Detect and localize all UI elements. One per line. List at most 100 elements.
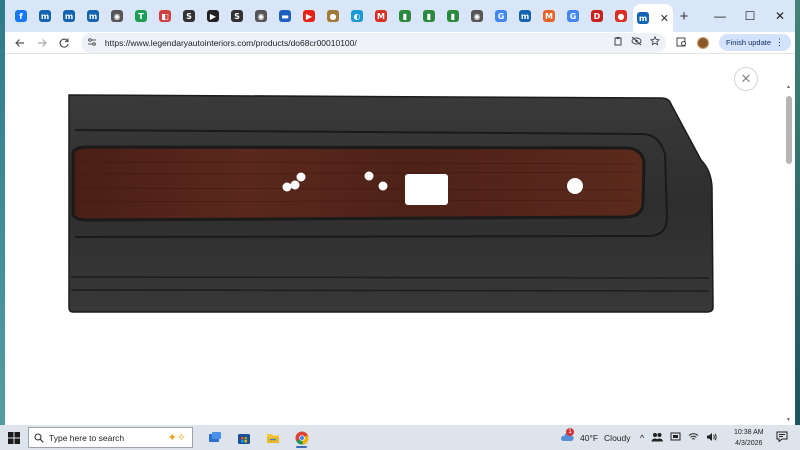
- pin-icon: ●: [615, 10, 627, 22]
- file-explorer-icon[interactable]: [261, 426, 284, 449]
- address-bar[interactable]: https://www.legendaryautointeriors.com/p…: [80, 32, 666, 53]
- clipboard-icon[interactable]: [613, 36, 623, 49]
- browser-tab[interactable]: ◐: [345, 4, 369, 28]
- search-highlight-icon: ✦✧: [167, 432, 186, 444]
- scroll-down-icon[interactable]: ▼: [786, 417, 791, 423]
- globe-icon: ◉: [111, 10, 123, 22]
- windows-logo-icon: [8, 431, 20, 444]
- search-placeholder: Type here to search: [49, 432, 125, 443]
- browser-tab[interactable]: m: [81, 4, 105, 28]
- bag-icon: ▮: [423, 10, 435, 22]
- chevron-up-icon[interactable]: ^: [640, 433, 644, 443]
- back-arrow-icon: [15, 38, 24, 47]
- tab-close-icon[interactable]: ✕: [660, 12, 669, 25]
- browser-tab[interactable]: ◧: [153, 4, 177, 28]
- bookmark-star-icon[interactable]: [649, 35, 661, 49]
- weather-widget[interactable]: 1 40°F Cloudy: [560, 425, 631, 450]
- taskbar-clock[interactable]: 10:38 AM 4/3/2026: [734, 427, 764, 449]
- browser-tab[interactable]: m: [57, 4, 81, 28]
- start-button[interactable]: [0, 425, 28, 450]
- tab-strip: f m m m ◉ T ◧ S ▶ S ◉ ▬ ▶ ● ◐ M ▮ ▮ ▮ ◉ Gm M G D ● m ✕ + — ☐ ✕: [5, 0, 795, 32]
- back-button[interactable]: [9, 33, 31, 53]
- browser-tab[interactable]: ◉: [105, 4, 129, 28]
- car-icon: ▬: [279, 10, 291, 22]
- browser-tab[interactable]: G: [561, 4, 585, 28]
- media-icon: ▶: [207, 10, 219, 22]
- minimize-button[interactable]: —: [705, 0, 735, 32]
- globe-icon: ◉: [471, 10, 483, 22]
- badge-icon: ●: [327, 10, 339, 22]
- close-window-button[interactable]: ✕: [765, 0, 795, 32]
- tab-m-icon: m: [637, 12, 649, 24]
- finish-update-button[interactable]: Finish update ⋮: [718, 34, 792, 51]
- globe-icon: ◉: [255, 10, 267, 22]
- taskbar: Type here to search ✦✧ 1 40°F Cloudy ^ 1…: [0, 425, 800, 450]
- sheets-icon: T: [135, 10, 147, 22]
- eye-off-icon[interactable]: [631, 36, 642, 49]
- edge-icon: ◐: [351, 10, 363, 22]
- browser-tab[interactable]: D: [585, 4, 609, 28]
- browser-tab[interactable]: ●: [321, 4, 345, 28]
- browser-tab[interactable]: ▶: [297, 4, 321, 28]
- taskview-app-icon[interactable]: [203, 426, 226, 449]
- wifi-icon[interactable]: [688, 432, 699, 444]
- volume-icon[interactable]: [706, 432, 717, 444]
- cloud-icon: 1: [560, 428, 574, 444]
- clock-time: 10:38 AM: [734, 429, 764, 436]
- toolbar-right: Finish update ⋮: [676, 34, 792, 52]
- profile-avatar[interactable]: [696, 36, 709, 49]
- reload-icon: [59, 38, 69, 48]
- display-icon[interactable]: [670, 432, 681, 444]
- browser-tab[interactable]: ●: [609, 4, 633, 28]
- browser-tab[interactable]: T: [129, 4, 153, 28]
- browser-tab[interactable]: ▮: [417, 4, 441, 28]
- browser-tab[interactable]: ◉: [465, 4, 489, 28]
- browser-tab[interactable]: G: [489, 4, 513, 28]
- browser-tab[interactable]: M: [369, 4, 393, 28]
- tab-m-icon: m: [39, 10, 51, 22]
- google-icon: G: [495, 10, 507, 22]
- browser-tab[interactable]: m: [513, 4, 537, 28]
- s-icon: S: [231, 10, 243, 22]
- side-panel-icon[interactable]: [676, 34, 687, 52]
- browser-tab[interactable]: S: [177, 4, 201, 28]
- bag-icon: ▮: [447, 10, 459, 22]
- search-icon: [34, 432, 44, 443]
- browser-tab[interactable]: S: [225, 4, 249, 28]
- d-icon: D: [591, 10, 603, 22]
- scroll-thumb[interactable]: [786, 96, 792, 164]
- reload-button[interactable]: [53, 33, 75, 53]
- page-content: ✕ ▲ ▼: [5, 54, 795, 425]
- forward-arrow-icon: [37, 38, 47, 47]
- browser-tab[interactable]: ▮: [393, 4, 417, 28]
- browser-tab[interactable]: ◉: [249, 4, 273, 28]
- forward-button[interactable]: [31, 33, 53, 53]
- youtube-icon: ▶: [303, 10, 315, 22]
- tab-m-icon: m: [519, 10, 531, 22]
- notification-icon[interactable]: [776, 431, 788, 445]
- browser-tab[interactable]: ▬: [273, 4, 297, 28]
- maximize-button[interactable]: ☐: [735, 0, 765, 32]
- browser-tab[interactable]: m: [33, 4, 57, 28]
- people-icon[interactable]: [651, 432, 664, 444]
- new-tab-button[interactable]: +: [673, 8, 695, 25]
- taskbar-search[interactable]: Type here to search ✦✧: [28, 427, 193, 448]
- google-icon: G: [567, 10, 579, 22]
- browser-tab[interactable]: M: [537, 4, 561, 28]
- chrome-app-icon[interactable]: [290, 426, 313, 449]
- browser-window: f m m m ◉ T ◧ S ▶ S ◉ ▬ ▶ ● ◐ M ▮ ▮ ▮ ◉ Gm M G D ● m ✕ + — ☐ ✕ http…: [5, 0, 795, 425]
- taskbar-apps: [203, 426, 313, 449]
- scroll-up-icon[interactable]: ▲: [786, 84, 791, 90]
- close-lightbox-button[interactable]: ✕: [734, 67, 758, 91]
- browser-tab[interactable]: ▶: [201, 4, 225, 28]
- browser-tab[interactable]: f: [9, 4, 33, 28]
- omnibox-actions: [613, 35, 661, 49]
- store-app-icon[interactable]: [232, 426, 255, 449]
- scrollbar[interactable]: ▲ ▼: [785, 54, 793, 425]
- window-controls: — ☐ ✕: [705, 0, 795, 32]
- browser-tab-active[interactable]: m ✕: [633, 4, 673, 32]
- clock-date: 4/3/2026: [735, 440, 763, 447]
- url-text[interactable]: https://www.legendaryautointeriors.com/p…: [105, 38, 613, 48]
- browser-tab[interactable]: ▮: [441, 4, 465, 28]
- site-info-icon[interactable]: [87, 37, 101, 49]
